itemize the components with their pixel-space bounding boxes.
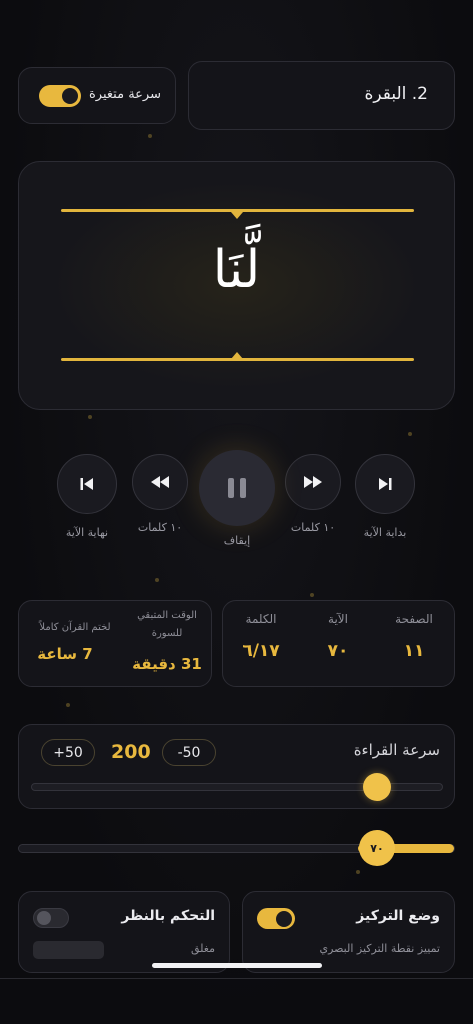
back-words-button[interactable]	[132, 454, 188, 510]
home-indicator[interactable]	[152, 963, 322, 968]
word-display: لَّنَا	[18, 161, 455, 410]
pause-button[interactable]	[199, 450, 275, 526]
position-stats: الصفحة ١١ الآية ٧٠ الكلمة ٦/١٧	[222, 600, 455, 687]
decor-dot	[148, 134, 152, 138]
word-label: الكلمة	[245, 612, 277, 626]
variable-speed-card: سرعة متغيرة	[18, 67, 176, 124]
gaze-control-toggle[interactable]	[33, 908, 69, 928]
focus-marker-top	[231, 212, 243, 219]
variable-speed-label: سرعة متغيرة	[89, 87, 161, 102]
verse-end-label: نهاية الآية	[65, 526, 109, 539]
divider	[0, 978, 473, 979]
decor-dot	[155, 578, 159, 582]
time-stats: الوقت المتبقي للسورة 31 دقيقة لختم القرآ…	[18, 600, 212, 687]
surah-selector[interactable]: 2. البقرة	[188, 61, 455, 130]
quran-complete-label: لختم القرآن كاملاً	[39, 622, 111, 633]
focus-mode-title: وضع التركيز	[356, 908, 440, 924]
gaze-control-placeholder	[33, 941, 104, 959]
verse-label: الآية	[328, 612, 348, 626]
surah-remaining-value: 31 دقيقة	[132, 655, 202, 673]
speed-value: 200	[111, 741, 151, 763]
forward-words-button[interactable]	[285, 454, 341, 510]
page-label: الصفحة	[395, 612, 433, 626]
decor-dot	[356, 870, 360, 874]
app-root: 2. البقرة سرعة متغيرة لَّنَا بداية الآية…	[0, 0, 473, 1024]
verse-value: ٧٠	[327, 641, 349, 661]
reading-speed-title: سرعة القراءة	[353, 741, 440, 759]
speed-decrease-button[interactable]: -50	[162, 739, 216, 766]
reading-speed-card: سرعة القراءة -50 200 +50	[18, 724, 455, 809]
speed-slider-knob[interactable]	[363, 773, 392, 801]
page-value: ١١	[403, 641, 425, 661]
decor-dot	[66, 703, 70, 707]
verse-start-button[interactable]	[355, 454, 415, 514]
skip-previous-icon	[80, 478, 93, 490]
word-value: ٦/١٧	[242, 641, 280, 661]
word-slider-knob[interactable]: ٧٠	[359, 830, 395, 866]
speed-increase-button[interactable]: +50	[41, 739, 95, 766]
decor-dot	[310, 593, 314, 597]
variable-speed-toggle[interactable]	[39, 85, 81, 107]
gaze-control-card: التحكم بالنظر مغلق	[18, 891, 230, 973]
rewind-icon	[151, 476, 169, 488]
focus-mode-toggle[interactable]	[257, 908, 295, 929]
decor-dot	[408, 432, 412, 436]
verse-end-button[interactable]	[57, 454, 117, 514]
focus-line-bottom	[61, 358, 414, 361]
pause-icon	[228, 478, 234, 498]
fast-forward-icon	[304, 476, 322, 488]
focus-mode-card: وضع التركيز تمييز نقطة التركيز البصري	[242, 891, 455, 973]
surah-title: 2. البقرة	[364, 84, 428, 104]
pause-label: إيقاف	[223, 534, 251, 547]
surah-remaining-label: الوقت المتبقي للسورة	[137, 610, 197, 639]
forward-words-label: ١٠ كلمات	[290, 521, 336, 534]
gaze-control-status: مغلق	[190, 942, 215, 955]
decor-dot	[88, 415, 92, 419]
quran-complete-value: 7 ساعة	[37, 645, 93, 663]
focus-mode-subtitle: تمييز نقطة التركيز البصري	[319, 942, 440, 955]
gaze-control-title: التحكم بالنظر	[121, 908, 215, 924]
current-word: لَّنَا	[212, 240, 261, 300]
skip-next-icon	[379, 478, 392, 490]
